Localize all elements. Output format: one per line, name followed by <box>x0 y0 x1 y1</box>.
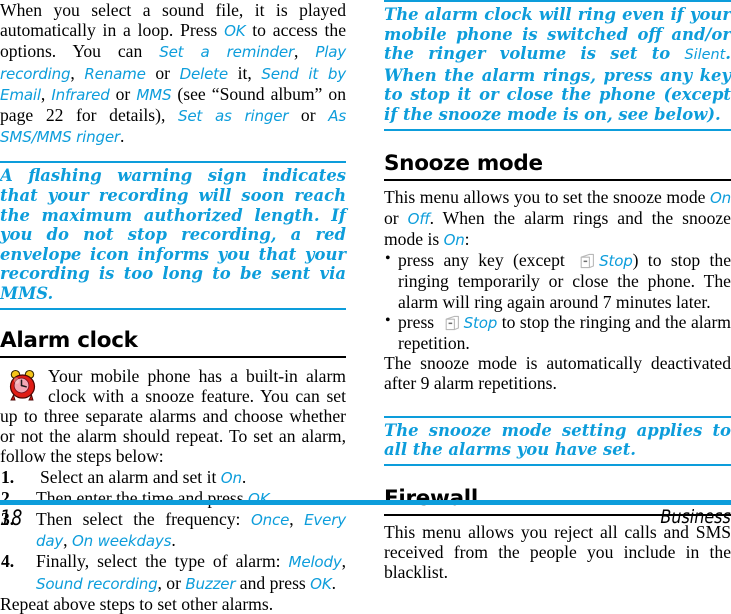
text-run: or <box>288 105 329 126</box>
text-run: . <box>331 572 336 593</box>
note-alarm-rings: The alarm clock will ring even if your m… <box>384 0 731 131</box>
text-run: . <box>119 126 125 147</box>
text-run: or <box>109 83 137 104</box>
text-run: , <box>63 530 72 551</box>
step-number: 4. <box>1 551 15 572</box>
page-number: 18 <box>0 506 23 530</box>
text-run: or <box>384 207 408 228</box>
text-run: The alarm clock will ring even if your m… <box>384 5 731 64</box>
list-item: • press Stop to stop the ringing and the … <box>384 312 731 353</box>
menu-ref-on: On <box>709 188 731 207</box>
bullet-marker: • <box>385 311 391 329</box>
page-footer: 18 Business <box>0 506 731 530</box>
menu-ref-melody: Melody <box>288 553 342 572</box>
step-number: 1. <box>1 466 15 487</box>
menu-ref-set-a-reminder: Set a reminder <box>159 43 295 62</box>
list-item: • press any key (except Stop) to stop the… <box>384 250 731 312</box>
snooze-bullet-list: • press any key (except Stop) to stop the… <box>384 250 731 353</box>
menu-ref-on: On <box>443 230 465 249</box>
heading-snooze-mode: Snooze mode <box>384 151 731 181</box>
text-run: . When the alarm rings and the snooze mo… <box>384 207 731 249</box>
text-run: , <box>70 62 85 83</box>
right-column: The alarm clock will ring even if your m… <box>384 0 731 582</box>
note-text: The alarm clock will ring even if your m… <box>384 5 731 125</box>
menu-ref-on: On <box>220 468 242 487</box>
menu-ref-buzzer: Buzzer <box>185 574 236 593</box>
alarm-intro-block: Your mobile phone has a built-in alarm c… <box>0 366 346 467</box>
text-run: Select an alarm and set it <box>40 466 221 487</box>
text-run: or <box>145 62 180 83</box>
menu-ref-rename: Rename <box>84 64 146 83</box>
text-run: , or <box>157 572 186 593</box>
menu-ref-off: Off <box>407 209 430 228</box>
menu-ref-on-weekdays: On weekdays <box>71 532 172 551</box>
note-recording-length: A flashing warning sign indicates that y… <box>0 161 346 310</box>
right-softkey-icon <box>443 315 460 331</box>
alarm-clock-icon <box>6 368 40 402</box>
note-text: The snooze mode setting applies to all t… <box>384 420 731 460</box>
text-run: . <box>171 530 176 551</box>
manual-page: When you select a sound file, it is play… <box>0 0 731 614</box>
list-item: 4. Finally, select the type of alarm: Mel… <box>0 551 346 593</box>
two-column-layout: When you select a sound file, it is play… <box>0 0 731 614</box>
bullet-marker: • <box>385 250 391 268</box>
text-run: , <box>40 83 52 104</box>
note-snooze-applies-all: The snooze mode setting applies to all t… <box>384 415 731 466</box>
menu-ref-delete: Delete <box>179 64 229 83</box>
menu-ref-mms: MMS <box>136 85 172 104</box>
menu-ref-stop: Stop <box>463 313 498 332</box>
text-run: press any key (except <box>398 250 575 271</box>
text-run: . <box>241 466 247 487</box>
firewall-paragraph: This menu allows you reject all calls an… <box>384 521 731 583</box>
alarm-intro-paragraph: Your mobile phone has a built-in alarm c… <box>0 365 346 467</box>
menu-ref-stop: Stop <box>599 252 633 271</box>
intro-paragraph: When you select a sound file, it is play… <box>0 0 346 147</box>
text-run: : <box>464 228 470 249</box>
menu-ref-sound-recording: Sound recording <box>36 574 158 593</box>
note-text: A flashing warning sign indicates that y… <box>0 166 346 303</box>
text-run: This menu allows you to set the snooze m… <box>384 186 710 207</box>
footer-rule <box>0 500 731 505</box>
menu-ref-ok: OK <box>224 22 246 41</box>
text-run: Finally, select the type of alarm: <box>36 551 289 572</box>
menu-ref-silent: Silent <box>684 47 726 64</box>
menu-ref-set-as-ringer: Set as ringer <box>177 107 289 126</box>
snooze-intro-paragraph: This menu allows you to set the snooze m… <box>384 187 731 251</box>
repeat-steps-note: Repeat above steps to set other alarms. <box>0 593 274 614</box>
snooze-outro-paragraph: The snooze mode is automatically deactiv… <box>384 353 731 394</box>
right-softkey-icon <box>578 253 595 269</box>
menu-ref-ok: OK <box>310 574 332 593</box>
text-run: press <box>398 311 439 332</box>
alarm-steps-list: 1. Select an alarm and set it On. 2. Then … <box>0 467 346 594</box>
menu-ref-infrared: Infrared <box>51 85 110 104</box>
text-run: and press <box>235 572 311 593</box>
heading-alarm-clock: Alarm clock <box>0 328 346 358</box>
text-run: it, <box>228 62 262 83</box>
running-head: Business <box>660 506 731 528</box>
text-run: , <box>294 41 316 62</box>
text-run: , <box>341 551 346 572</box>
left-column: When you select a sound file, it is play… <box>0 0 347 614</box>
list-item: 1. Select an alarm and set it On. <box>0 467 346 488</box>
